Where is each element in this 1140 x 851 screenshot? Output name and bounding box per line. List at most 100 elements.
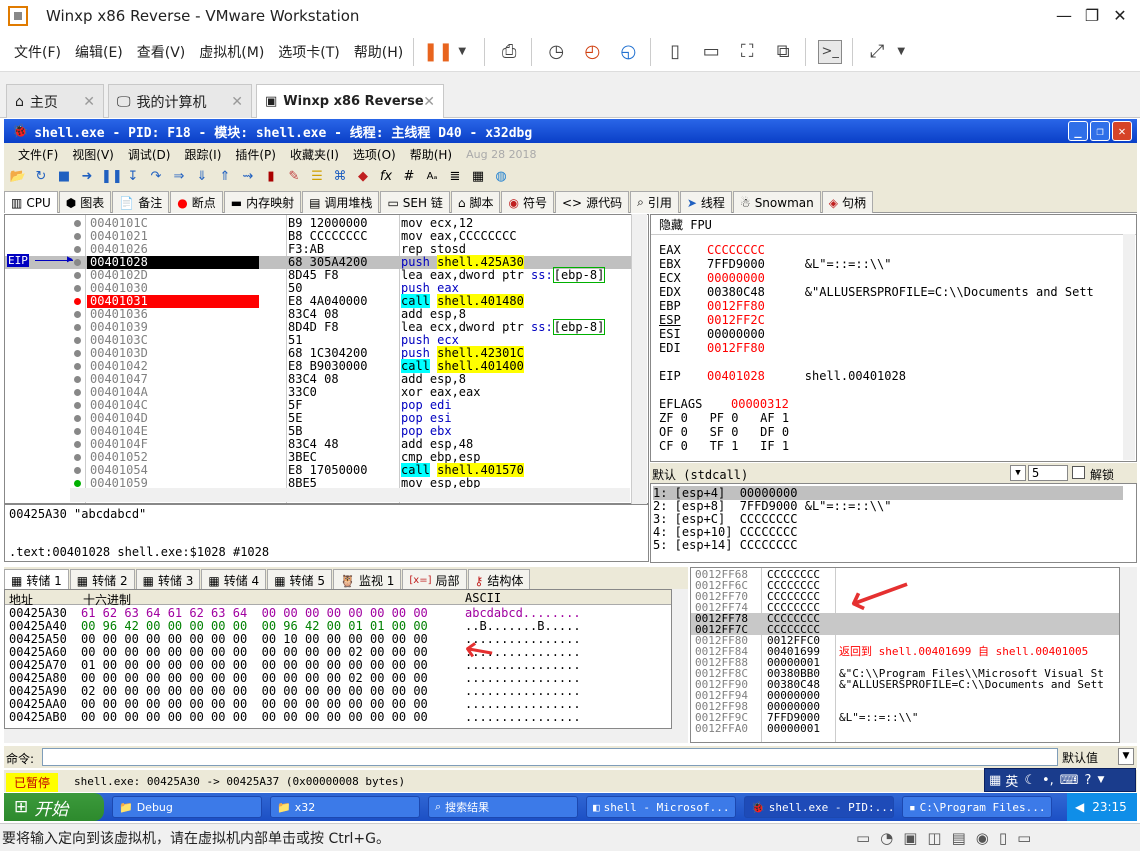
tab-watch-1[interactable]: 🦉 监视 1 — [332, 569, 402, 591]
moon-icon[interactable]: ☾ — [1024, 773, 1036, 788]
flags-row[interactable]: CF 0 TF 1 IF 1 — [659, 439, 789, 453]
register-row[interactable]: EBX 7FFD9000 &L"=::=::\\" — [659, 257, 892, 271]
ime-toolbar[interactable]: ▦ 英 ☾ •, ⌨ ? ▼ — [984, 768, 1136, 792]
chevron-down-icon[interactable]: ▼ — [1097, 775, 1104, 785]
close-icon[interactable]: ✕ — [231, 94, 243, 110]
send-ctrl-alt-del-icon[interactable]: ⎙ — [497, 40, 521, 64]
breakpoint-dot-icon[interactable] — [74, 441, 81, 448]
stack-row[interactable]: 0012FF78 CCCCCCCC — [691, 613, 1119, 624]
register-row[interactable]: EBP 0012FF80 — [659, 299, 805, 313]
restart-icon[interactable]: ↻ — [32, 169, 50, 185]
unlock-checkbox[interactable] — [1072, 466, 1085, 479]
tab-symbols[interactable]: ◉ 符号 — [501, 191, 554, 213]
flags-row[interactable]: ZF 0 PF 0 AF 1 — [659, 411, 789, 425]
tab-call-stack[interactable]: ▤ 调用堆栈 — [302, 191, 380, 213]
register-eip[interactable]: EIP 00401028 shell.00401028 — [659, 369, 906, 383]
stretch-icon[interactable]: ⤢ — [865, 40, 889, 64]
breakpoint-dot-icon[interactable] — [74, 337, 81, 344]
console-view-icon[interactable]: ▭ — [699, 40, 723, 64]
revert-snapshot-icon[interactable]: ◴ — [580, 40, 604, 64]
breakpoint-dot-icon[interactable] — [74, 298, 81, 305]
breakpoint-dot-icon[interactable] — [74, 350, 81, 357]
dump-hscrollbar[interactable] — [4, 729, 672, 743]
trace-over-icon[interactable]: ⇓ — [193, 169, 211, 185]
close-icon[interactable]: ✕ — [423, 94, 435, 110]
calculator-icon[interactable]: ▦ — [469, 169, 487, 185]
menu-plugins[interactable]: 插件(P) — [235, 146, 276, 163]
breakpoint-dot-icon[interactable] — [74, 311, 81, 318]
command-mode[interactable]: 默认值 — [1062, 749, 1098, 766]
registers-scrollbar[interactable] — [1123, 234, 1135, 460]
minimize-button[interactable]: _ — [1068, 121, 1088, 141]
menu-favorites[interactable]: 收藏夹(I) — [290, 146, 339, 163]
stack-arg-row[interactable]: 5: [esp+14] CCCCCCCC — [653, 538, 798, 552]
stack-arg-row[interactable]: 4: [esp+10] CCCCCCCC — [653, 525, 798, 539]
taskbar-item-x32[interactable]: 📁 x32 — [270, 796, 420, 818]
tab-breakpoints[interactable]: ● 断点 — [170, 191, 223, 213]
ime-mode[interactable]: 英 — [1005, 771, 1018, 790]
execute-till-return-icon[interactable]: ⇑ — [216, 169, 234, 185]
fullscreen-icon[interactable]: ⛶ — [735, 40, 759, 64]
device-icons[interactable]: ▭◔▣◫▤◉▯▭ — [856, 829, 1041, 847]
tab-winxp[interactable]: ▣ Winxp x86 Reverse ✕ — [256, 84, 444, 118]
breakpoint-dot-icon[interactable] — [74, 272, 81, 279]
breakpoint-dot-icon[interactable] — [74, 285, 81, 292]
menu-view[interactable]: 视图(V) — [72, 146, 114, 163]
breakpoint-dot-icon[interactable] — [74, 220, 81, 227]
tab-my-computer[interactable]: 🖵 我的计算机 ✕ — [108, 84, 252, 118]
step-over-icon[interactable]: ↷ — [147, 169, 165, 185]
breakpoint-dot-icon[interactable] — [74, 259, 81, 266]
minimize-button[interactable]: — — [1050, 4, 1078, 28]
disassembly-view[interactable]: 0040101C B9 12000000 mov ecx,12 00401021 B8 … — [4, 214, 649, 504]
snapshot-manager-icon[interactable]: ◵ — [616, 40, 640, 64]
maximize-button[interactable]: ❐ — [1090, 121, 1110, 141]
stack-arg-row[interactable]: 1: [esp+4] 00000000 — [653, 486, 1123, 500]
help-icon[interactable]: ? — [1085, 773, 1092, 788]
close-button[interactable]: ✕ — [1106, 4, 1134, 28]
register-row[interactable]: ESI 00000000 — [659, 327, 805, 341]
stack-row[interactable]: 0012FF7C CCCCCCCC — [691, 624, 1119, 635]
trace-into-icon[interactable]: ⇒ — [170, 169, 188, 185]
maximize-button[interactable]: ❐ — [1078, 4, 1106, 28]
registers-view[interactable]: 隐藏 FPU EAX CCCCCCCC EBX 7FFD9000 &L"=::=::\\… — [650, 214, 1137, 462]
close-icon[interactable]: ✕ — [83, 94, 95, 110]
stack-row[interactable]: 0012FF94 00000000 — [691, 690, 1119, 701]
stack-args-view[interactable]: 1: [esp+4] 00000000 2: [esp+8] 7FFD9000 &… — [650, 483, 1137, 563]
pause-icon[interactable]: ❚❚ — [101, 169, 123, 185]
stack-arg-row[interactable]: 3: [esp+C] CCCCCCCC — [653, 512, 798, 526]
breakpoint-dot-icon[interactable] — [74, 467, 81, 474]
open-icon[interactable]: 📂 — [9, 169, 27, 185]
tab-memory-map[interactable]: ▬ 内存映射 — [223, 191, 302, 213]
register-row[interactable]: ECX 00000000 — [659, 271, 805, 285]
breakpoint-dot-icon[interactable] — [74, 428, 81, 435]
breakpoint-dot-icon[interactable] — [74, 246, 81, 253]
tab-dump-4[interactable]: ▦ 转储 4 — [201, 569, 267, 591]
bookmarks-icon[interactable]: ◆ — [354, 169, 372, 185]
tray-arrow-icon[interactable]: ◀ — [1075, 800, 1084, 814]
menu-help[interactable]: 帮助(H) — [354, 42, 403, 62]
taskbar-item-cmd[interactable]: ▪ C:\Program Files... — [902, 796, 1052, 818]
pause-icon[interactable]: ❚❚ — [423, 40, 453, 64]
run-to-user-code-icon[interactable]: ⇝ — [239, 169, 257, 185]
disassembly-scrollbar[interactable] — [631, 214, 647, 504]
taskbar-item-debug[interactable]: 📁 Debug — [112, 796, 262, 818]
breakpoint-dot-icon[interactable] — [74, 376, 81, 383]
arg-count-spinner[interactable]: 5 — [1028, 465, 1068, 481]
stack-arg-row[interactable]: 2: [esp+8] 7FFD9000 &L"=::=::\\" — [653, 499, 891, 513]
stack-row[interactable]: 0012FF84 00401699 返回到 shell.00401699 自 she… — [691, 646, 1119, 657]
chevron-down-icon[interactable]: ▼ — [1010, 465, 1026, 481]
stop-icon[interactable]: ■ — [55, 169, 73, 185]
comments-icon[interactable]: ☰ — [308, 169, 326, 185]
disassembly-hscrollbar[interactable] — [70, 488, 630, 502]
breakpoint-dot-icon[interactable] — [74, 324, 81, 331]
stack-row[interactable]: 0012FF9C 7FFD9000 &L"=::=::\\" — [691, 712, 1119, 723]
font-icon[interactable]: Aₐ — [423, 169, 441, 185]
tab-struct[interactable]: ⚷ 结构体 — [467, 569, 531, 591]
start-button[interactable]: ⊞ 开始 — [4, 793, 104, 821]
menu-file[interactable]: 文件(F) — [14, 42, 61, 62]
sidebar-icon[interactable]: ▯ — [663, 40, 687, 64]
labels-icon[interactable]: ⌘ — [331, 169, 349, 185]
breakpoint-dot-icon[interactable] — [74, 389, 81, 396]
hex-dump-view[interactable]: 地址 十六进制 ASCII 00425A30 61 62 63 64 61 62 … — [4, 589, 672, 729]
strings-icon[interactable]: ≣ — [446, 169, 464, 185]
